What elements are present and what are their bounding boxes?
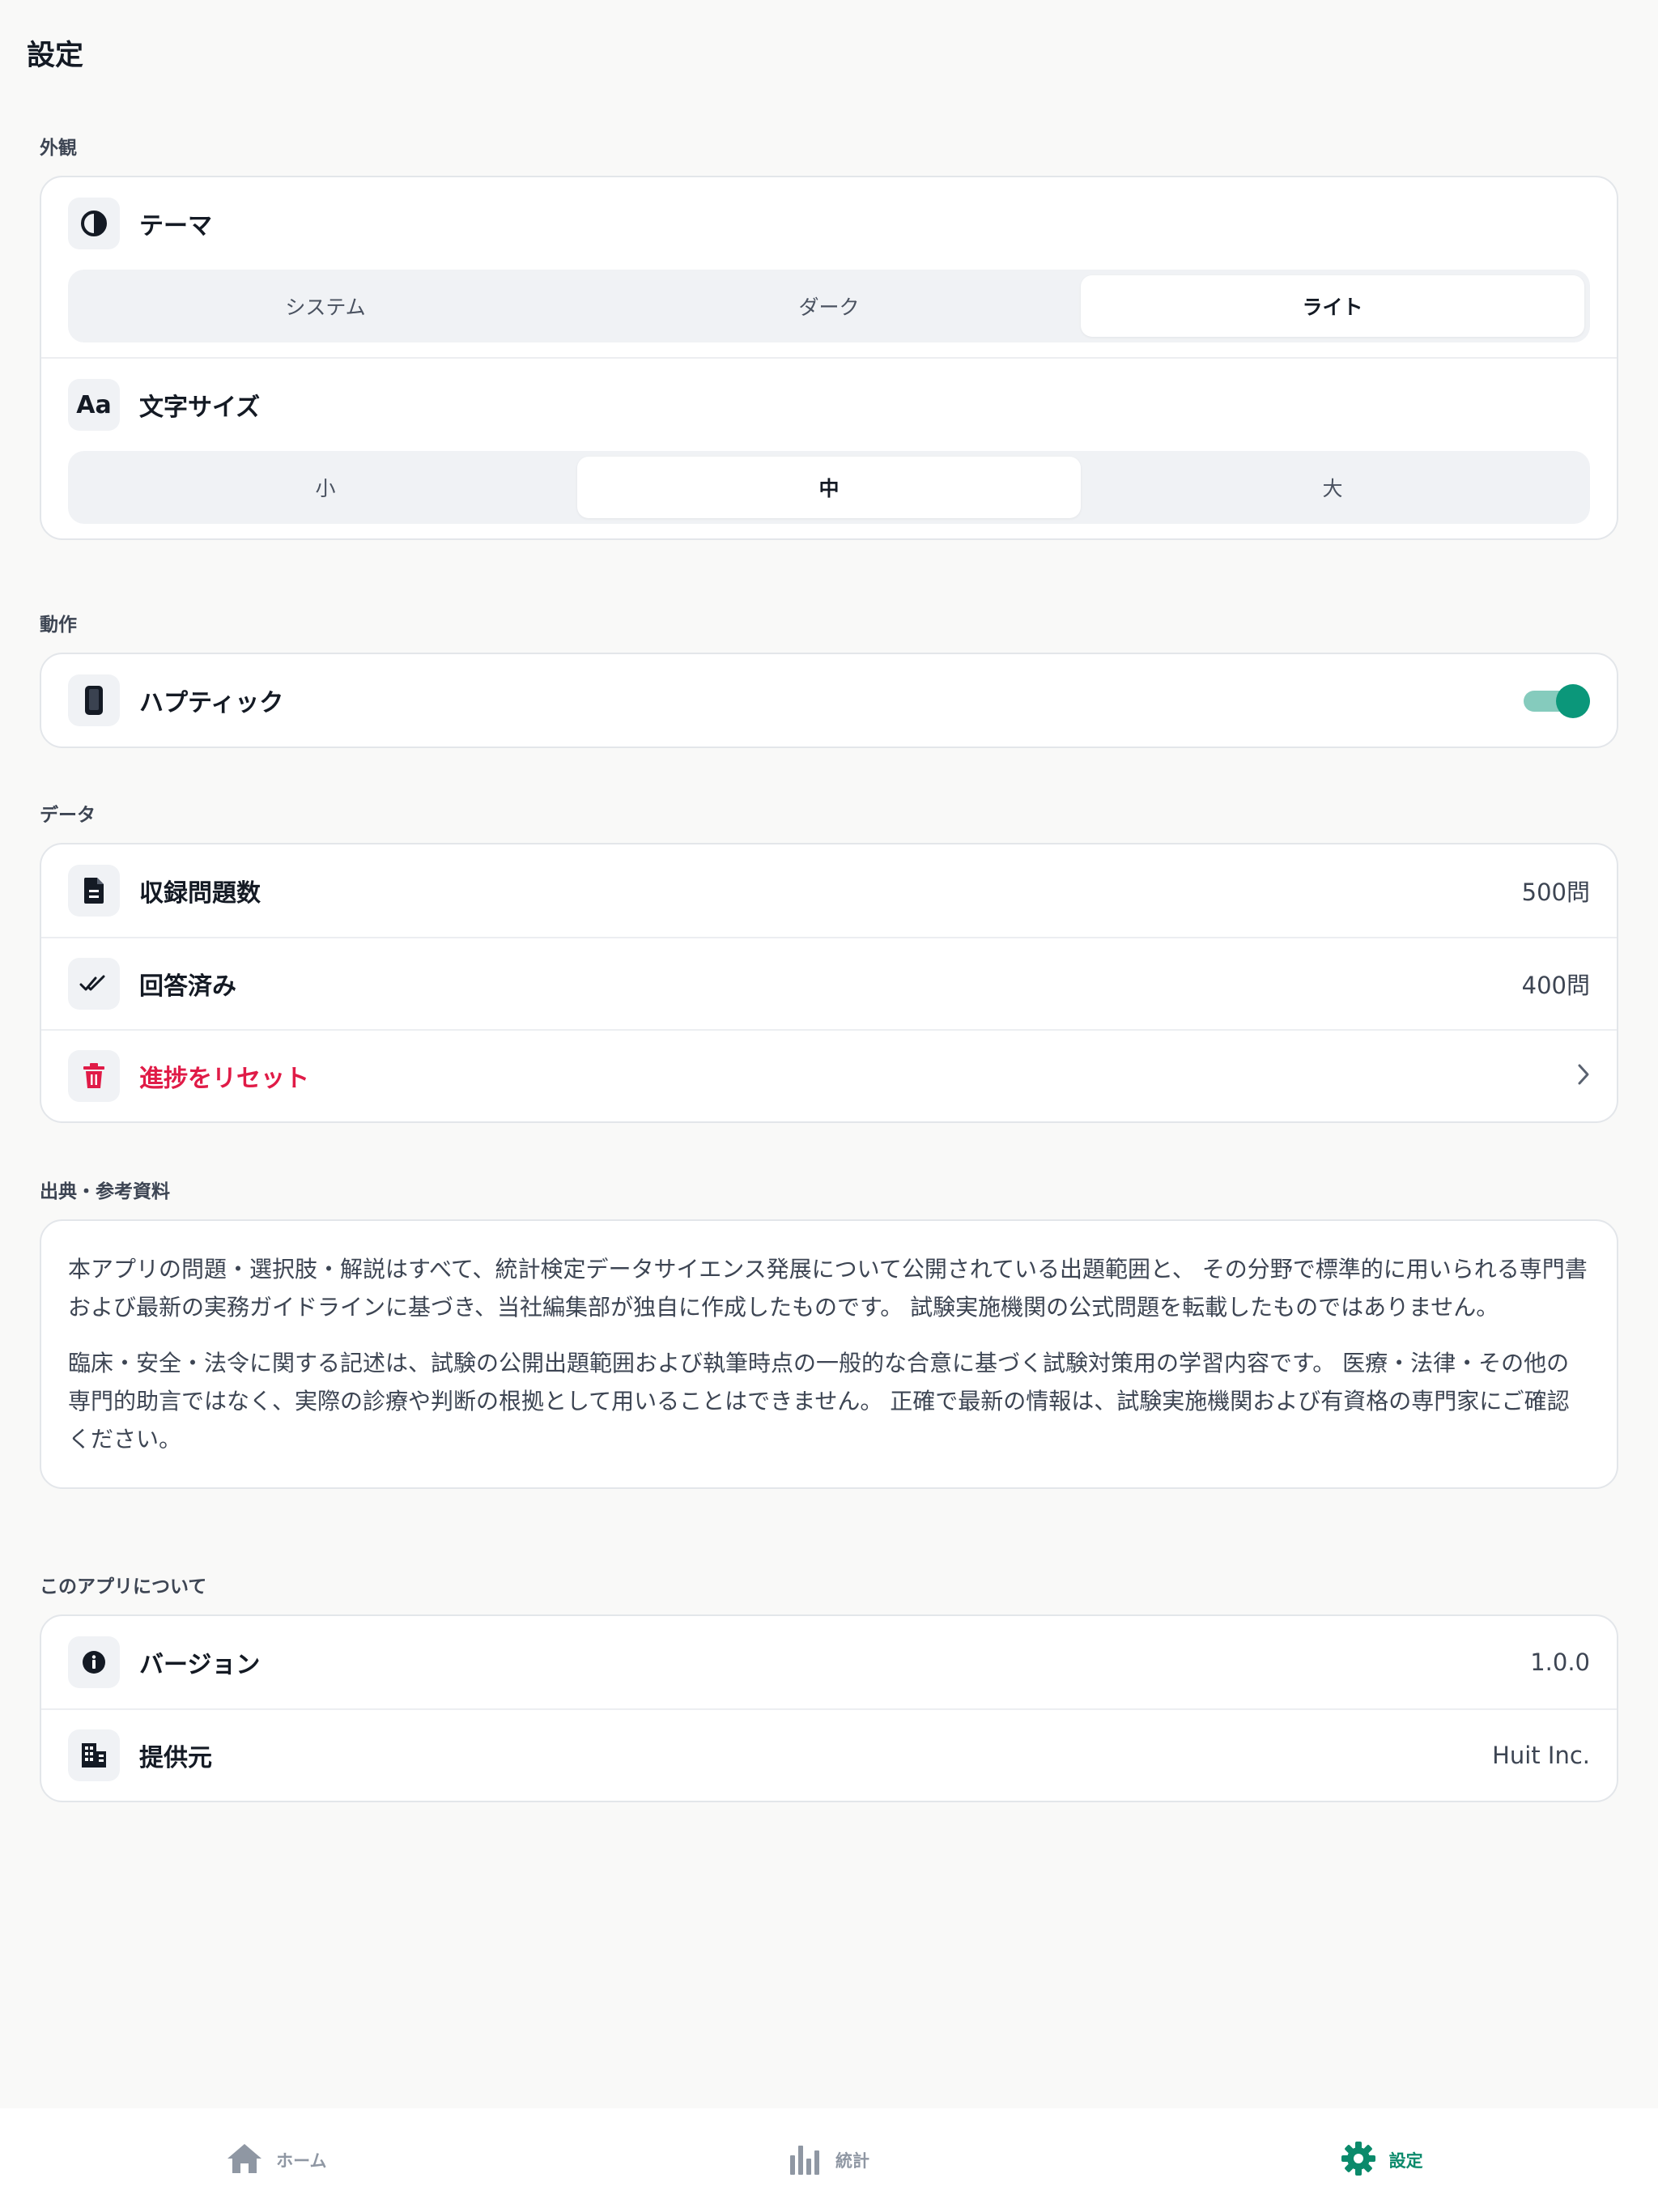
double-check-icon	[68, 958, 120, 1010]
section-label-behavior: 動作	[40, 615, 77, 636]
text-size-icon: Aa	[68, 379, 120, 431]
building-icon	[68, 1729, 120, 1781]
page-title: 設定	[27, 40, 84, 72]
font-size-segmented-control: 小 中 大	[68, 451, 1590, 524]
total-questions-label: 収録問題数	[139, 879, 261, 908]
theme-option-system[interactable]: システム	[74, 275, 577, 337]
section-label-data: データ	[40, 805, 96, 826]
font-size-option-small[interactable]: 小	[74, 457, 577, 518]
theme-label: テーマ	[139, 212, 212, 240]
haptic-toggle[interactable]	[1524, 684, 1590, 718]
version-value: 1.0.0	[1530, 1648, 1590, 1676]
provider-row: 提供元 Huit Inc.	[41, 1708, 1617, 1801]
document-icon	[68, 865, 120, 917]
about-card: バージョン 1.0.0 提供元 Huit Inc.	[40, 1614, 1618, 1802]
theme-option-light[interactable]: ライト	[1081, 275, 1584, 337]
section-label-about: このアプリについて	[40, 1576, 207, 1597]
tab-settings-label: 設定	[1388, 2151, 1423, 2171]
phone-icon	[68, 674, 120, 726]
chevron-right-icon	[1577, 1063, 1590, 1089]
tab-home[interactable]: ホーム	[0, 2108, 553, 2212]
data-card: 収録問題数 500問 回答済み 400問 進捗をリセット	[40, 843, 1618, 1123]
theme-setting: テーマ システム ダーク ライト	[41, 177, 1617, 342]
home-icon	[226, 2142, 263, 2178]
trash-icon	[68, 1050, 120, 1102]
haptic-row: ハプティック	[41, 654, 1617, 747]
sources-card: 本アプリの問題・選択肢・解説はすべて、統計検定データサイエンス発展について公開さ…	[40, 1219, 1618, 1489]
bar-chart-icon	[789, 2141, 823, 2180]
provider-label: 提供元	[139, 1744, 212, 1772]
bottom-tab-bar: ホーム 統計 設定	[0, 2108, 1658, 2212]
provider-value: Huit Inc.	[1492, 1742, 1590, 1769]
contrast-icon	[68, 198, 120, 249]
total-questions-row: 収録問題数 500問	[41, 844, 1617, 937]
reset-progress-label: 進捗をリセット	[139, 1065, 309, 1093]
answered-row: 回答済み 400問	[41, 937, 1617, 1029]
appearance-card: テーマ システム ダーク ライト Aa 文字サイズ 小 中 大	[40, 176, 1618, 540]
version-label: バージョン	[139, 1651, 261, 1679]
font-size-label: 文字サイズ	[139, 393, 261, 422]
gear-icon	[1341, 2141, 1376, 2180]
haptic-label: ハプティック	[139, 689, 284, 717]
answered-label: 回答済み	[139, 972, 236, 1001]
tab-home-label: ホーム	[276, 2151, 327, 2171]
theme-segmented-control: システム ダーク ライト	[68, 270, 1590, 342]
section-label-appearance: 外観	[40, 138, 77, 159]
answered-value: 400問	[1521, 972, 1590, 999]
sources-paragraph-2: 臨床・安全・法令に関する記述は、試験の公開出題範囲および執筆時点の一般的な合意に…	[68, 1350, 1570, 1453]
sources-paragraph-1: 本アプリの問題・選択肢・解説はすべて、統計検定データサイエンス発展について公開さ…	[68, 1256, 1588, 1321]
theme-option-dark[interactable]: ダーク	[577, 275, 1081, 337]
info-icon	[68, 1636, 120, 1688]
font-size-setting: Aa 文字サイズ 小 中 大	[41, 357, 1617, 524]
reset-progress-row[interactable]: 進捗をリセット	[41, 1029, 1617, 1121]
font-size-option-medium[interactable]: 中	[577, 457, 1081, 518]
font-size-option-large[interactable]: 大	[1081, 457, 1584, 518]
tab-stats-label: 統計	[835, 2151, 869, 2171]
tab-stats[interactable]: 統計	[553, 2108, 1106, 2212]
section-label-sources: 出典・参考資料	[40, 1181, 170, 1202]
toggle-knob	[1556, 684, 1590, 718]
version-row: バージョン 1.0.0	[41, 1616, 1617, 1708]
tab-settings[interactable]: 設定	[1105, 2108, 1658, 2212]
total-questions-value: 500問	[1521, 878, 1590, 906]
behavior-card: ハプティック	[40, 653, 1618, 748]
